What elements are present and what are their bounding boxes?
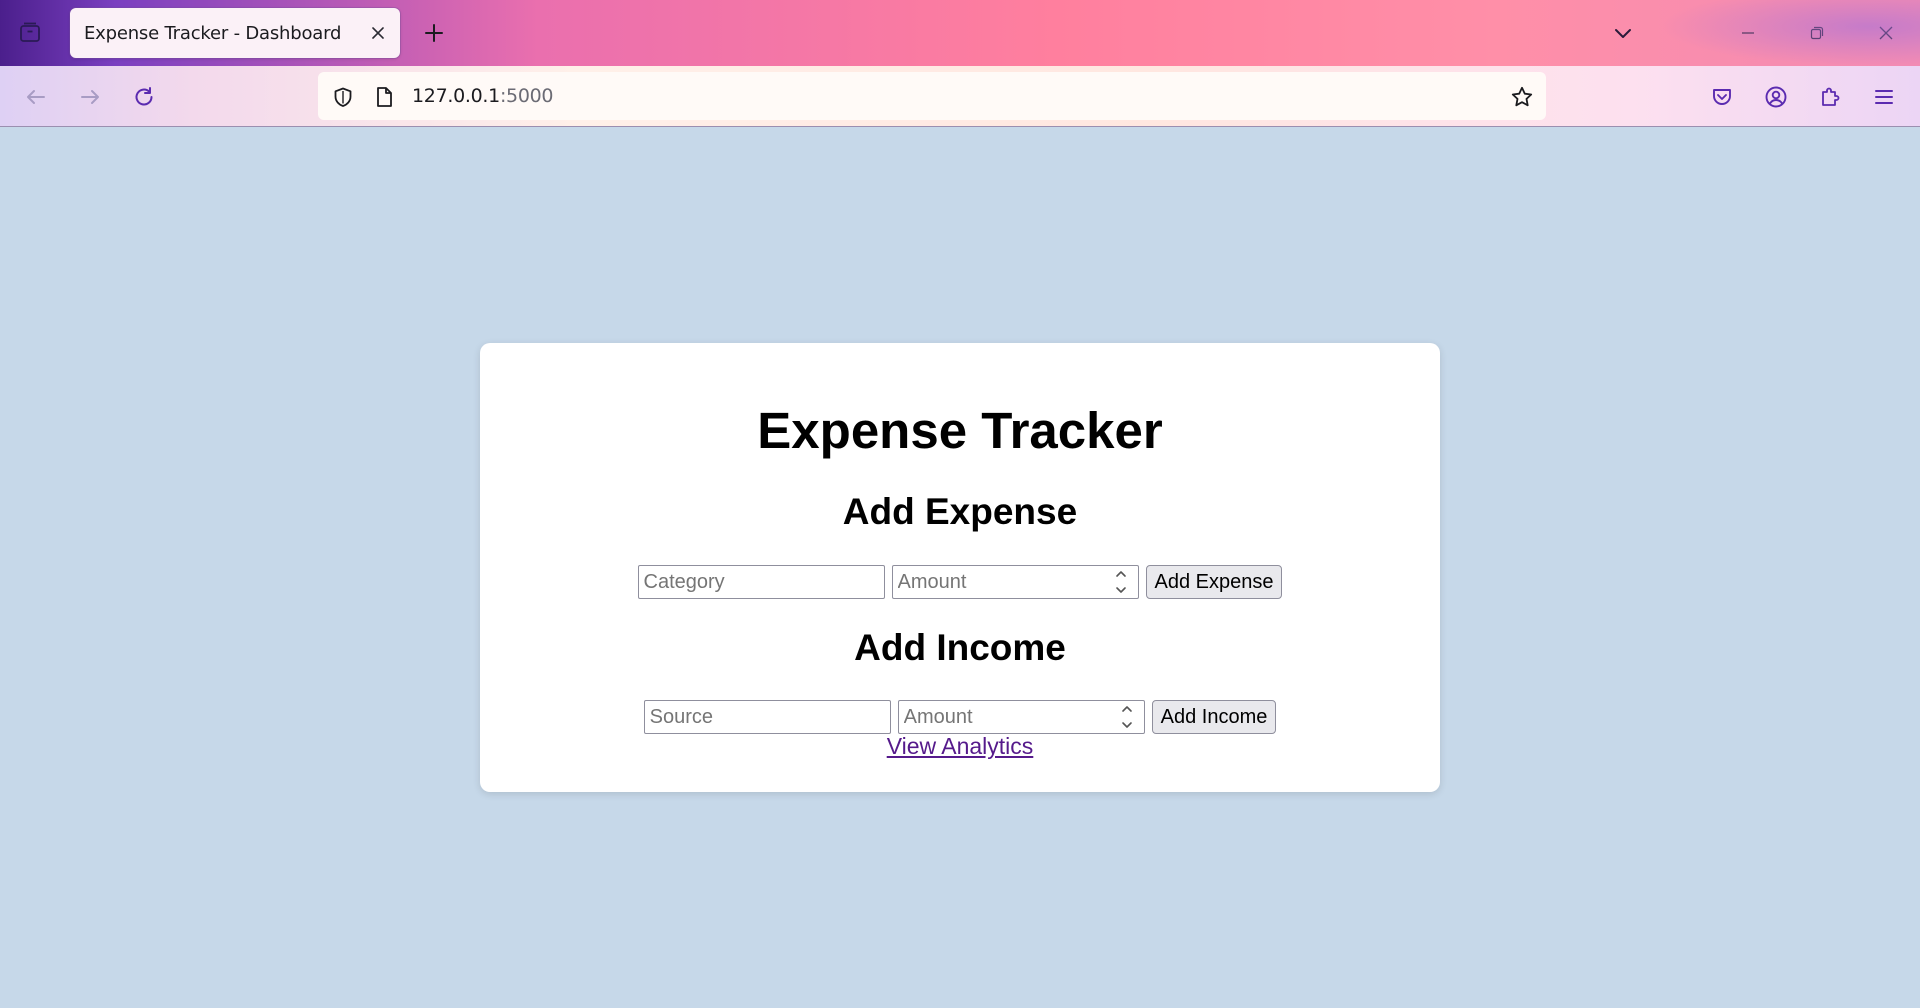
spinner-down-icon[interactable] xyxy=(1120,720,1134,730)
shield-icon[interactable] xyxy=(330,84,356,110)
number-spinner[interactable] xyxy=(1111,569,1131,595)
income-source-input[interactable] xyxy=(643,700,891,734)
extensions-button[interactable] xyxy=(1813,80,1847,114)
url-port: :5000 xyxy=(499,85,554,107)
close-icon xyxy=(370,25,386,41)
view-analytics-link[interactable]: View Analytics xyxy=(480,733,1440,760)
add-income-button[interactable]: Add Income xyxy=(1151,700,1277,734)
page-icon[interactable] xyxy=(371,84,397,110)
plus-icon xyxy=(423,22,445,44)
puzzle-icon xyxy=(1818,85,1842,109)
minimize-icon xyxy=(1739,24,1757,42)
spinner-down-icon[interactable] xyxy=(1114,585,1128,595)
star-icon[interactable] xyxy=(1509,84,1535,110)
close-icon xyxy=(1877,24,1895,42)
url-text[interactable]: 127.0.0.1:5000 xyxy=(412,85,554,107)
tab-list-button[interactable] xyxy=(14,16,46,48)
expense-amount-input[interactable] xyxy=(891,565,1139,599)
forward-button[interactable] xyxy=(73,80,107,114)
expense-amount-field xyxy=(891,565,1139,599)
add-expense-form: Add Expense xyxy=(480,565,1440,599)
list-all-tabs-button[interactable] xyxy=(1607,17,1639,49)
restore-button[interactable] xyxy=(1801,17,1833,49)
expense-category-input[interactable] xyxy=(637,565,885,599)
menu-button[interactable] xyxy=(1867,80,1901,114)
income-amount-input[interactable] xyxy=(897,700,1145,734)
reload-button[interactable] xyxy=(127,80,161,114)
account-button[interactable] xyxy=(1759,80,1793,114)
back-button[interactable] xyxy=(19,80,53,114)
income-amount-field xyxy=(897,700,1145,734)
back-arrow-icon xyxy=(24,85,48,109)
add-expense-heading: Add Expense xyxy=(842,491,1078,532)
add-income-heading: Add Income xyxy=(854,627,1066,668)
tab-strip: Expense Tracker - Dashboard xyxy=(0,0,1920,66)
pocket-button[interactable] xyxy=(1705,80,1739,114)
account-icon xyxy=(1764,85,1788,109)
navigation-toolbar: 127.0.0.1:5000 xyxy=(0,66,1920,127)
browser-window: Expense Tracker - Dashboard 127.0.0.1:50… xyxy=(0,0,1920,1008)
tab-title: Expense Tracker - Dashboard xyxy=(84,23,342,44)
forward-arrow-icon xyxy=(78,85,102,109)
url-host: 127.0.0.1 xyxy=(412,85,500,107)
new-tab-button[interactable] xyxy=(418,17,450,49)
hamburger-menu-icon xyxy=(1873,86,1895,108)
restore-icon xyxy=(1808,24,1826,42)
minimize-button[interactable] xyxy=(1732,17,1764,49)
active-tab[interactable]: Expense Tracker - Dashboard xyxy=(70,8,400,58)
reload-icon xyxy=(132,85,156,109)
chevron-down-icon xyxy=(1612,22,1634,44)
add-expense-button[interactable]: Add Expense xyxy=(1145,565,1283,599)
close-window-button[interactable] xyxy=(1870,17,1902,49)
number-spinner[interactable] xyxy=(1117,704,1137,730)
pocket-icon xyxy=(1710,85,1734,109)
page-title: Expense Tracker xyxy=(757,402,1163,459)
tab-close-button[interactable] xyxy=(366,21,390,45)
dashboard-card: Expense Tracker Add Expense Add Expense … xyxy=(480,343,1440,792)
tab-list-icon xyxy=(18,20,42,44)
spinner-up-icon[interactable] xyxy=(1120,704,1134,714)
spinner-up-icon[interactable] xyxy=(1114,569,1128,579)
add-income-form: Add Income xyxy=(480,700,1440,734)
url-bar[interactable]: 127.0.0.1:5000 xyxy=(318,72,1546,120)
